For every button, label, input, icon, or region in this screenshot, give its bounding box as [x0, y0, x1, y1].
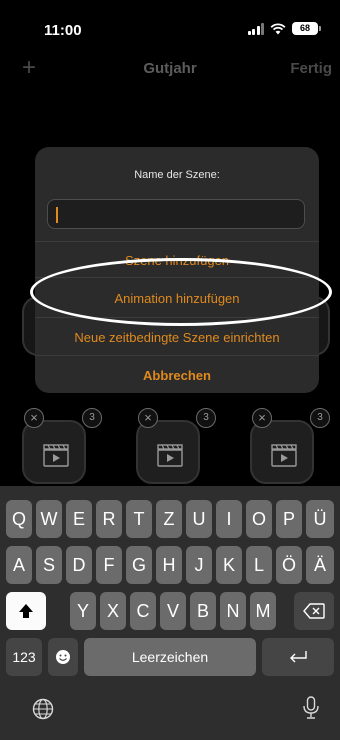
done-button[interactable]: Fertig — [290, 60, 332, 77]
key-j[interactable]: J — [186, 546, 212, 584]
numbers-key[interactable]: 123 — [6, 638, 42, 676]
highlight-ellipse — [30, 258, 332, 326]
clapperboard-icon — [43, 444, 69, 467]
globe-icon[interactable] — [32, 698, 54, 720]
key-o[interactable]: O — [246, 500, 272, 538]
key-z[interactable]: Z — [156, 500, 182, 538]
key-v[interactable]: V — [160, 592, 186, 630]
scene-count-badge: 3 — [196, 408, 216, 428]
key-s[interactable]: S — [36, 546, 62, 584]
key-u[interactable]: U — [186, 500, 212, 538]
timed-scene-button[interactable]: Neue zeitbedingte Szene einrichten — [35, 330, 319, 345]
key-d[interactable]: D — [66, 546, 92, 584]
text-caret — [56, 207, 58, 223]
key-p[interactable]: P — [276, 500, 302, 538]
key-a[interactable]: A — [6, 546, 32, 584]
key-w[interactable]: W — [36, 500, 62, 538]
key-c[interactable]: C — [130, 592, 156, 630]
dialog-divider — [35, 355, 319, 356]
status-bar: 11:00 68 — [0, 0, 340, 52]
space-key[interactable]: Leerzeichen — [84, 638, 256, 676]
key-i[interactable]: I — [216, 500, 242, 538]
emoji-icon — [56, 650, 70, 664]
remove-scene-icon[interactable]: × — [138, 408, 158, 428]
cancel-button[interactable]: Abbrechen — [35, 368, 319, 383]
scene-name-input[interactable] — [47, 199, 305, 229]
key-e[interactable]: E — [66, 500, 92, 538]
wifi-icon — [270, 22, 286, 34]
status-icons: 68 — [247, 22, 321, 35]
scene-count-badge: 3 — [82, 408, 102, 428]
key-n[interactable]: N — [220, 592, 246, 630]
return-icon — [290, 651, 307, 663]
clapperboard-icon — [271, 444, 297, 467]
scene-tile[interactable] — [22, 420, 86, 484]
shift-icon — [19, 604, 33, 618]
key-k[interactable]: K — [216, 546, 242, 584]
dialog-divider — [35, 241, 319, 242]
emoji-key[interactable] — [48, 638, 78, 676]
key-ue[interactable]: Ü — [306, 500, 334, 538]
key-m[interactable]: M — [250, 592, 276, 630]
backspace-icon — [303, 603, 325, 619]
keyboard: Q W E R T Z U I O P Ü A S D F G H J K L … — [0, 486, 340, 740]
key-b[interactable]: B — [190, 592, 216, 630]
dialog-title: Name der Szene: — [134, 169, 220, 181]
backspace-key[interactable] — [294, 592, 334, 630]
scene-tile[interactable] — [136, 420, 200, 484]
key-r[interactable]: R — [96, 500, 122, 538]
scene-count-badge: 3 — [310, 408, 330, 428]
key-t[interactable]: T — [126, 500, 152, 538]
key-f[interactable]: F — [96, 546, 122, 584]
remove-scene-icon[interactable]: × — [252, 408, 272, 428]
clock: 11:00 — [44, 22, 82, 39]
key-l[interactable]: L — [246, 546, 272, 584]
key-h[interactable]: H — [156, 546, 182, 584]
key-g[interactable]: G — [126, 546, 152, 584]
microphone-icon[interactable] — [302, 696, 320, 720]
page-title: Gutjahr — [143, 60, 197, 77]
key-y[interactable]: Y — [70, 592, 96, 630]
shift-key[interactable] — [6, 592, 46, 630]
return-key[interactable] — [262, 638, 334, 676]
key-ae[interactable]: Ä — [306, 546, 334, 584]
battery-indicator: 68 — [292, 22, 321, 35]
remove-scene-icon[interactable]: × — [24, 408, 44, 428]
scene-tile[interactable] — [250, 420, 314, 484]
key-x[interactable]: X — [100, 592, 126, 630]
clapperboard-icon — [157, 444, 183, 467]
key-oe[interactable]: Ö — [276, 546, 302, 584]
key-q[interactable]: Q — [6, 500, 32, 538]
navigation-bar: + Gutjahr Fertig — [0, 54, 340, 84]
cellular-signal-icon — [247, 22, 264, 35]
